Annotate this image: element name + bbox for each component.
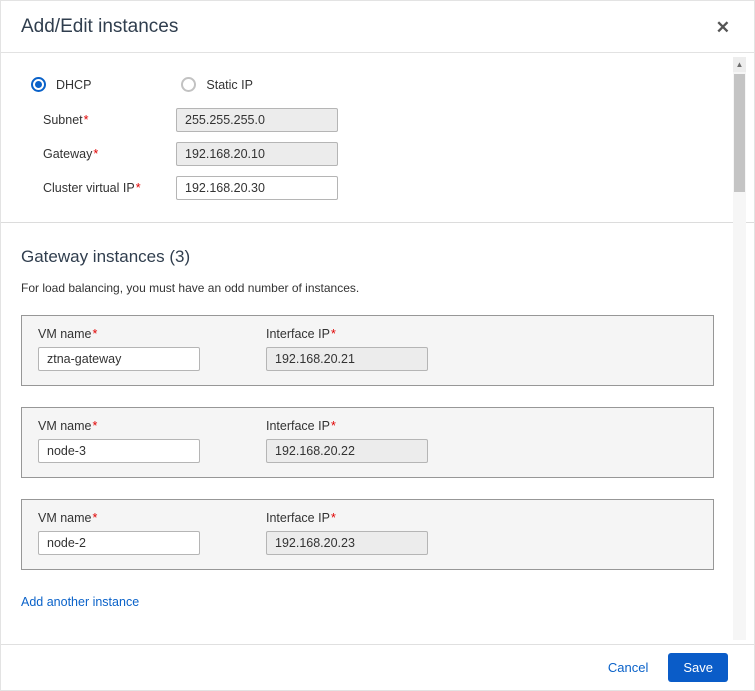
required-marker: * bbox=[93, 147, 98, 161]
required-marker: * bbox=[93, 327, 98, 341]
dialog-body: DHCP Static IP Subnet* Gateway* Cluster … bbox=[1, 53, 754, 644]
section-divider bbox=[1, 222, 754, 223]
instance-card: VM name* Interface IP* bbox=[21, 407, 714, 478]
close-icon[interactable]: ✕ bbox=[716, 19, 730, 36]
dialog-footer: Cancel Save bbox=[1, 644, 754, 690]
radio-dhcp-label: DHCP bbox=[56, 78, 91, 92]
vm-name-label: VM name* bbox=[38, 419, 266, 433]
vm-name-label: VM name* bbox=[38, 511, 266, 525]
interface-ip-input[interactable] bbox=[266, 439, 428, 463]
ip-mode-radio-group: DHCP Static IP bbox=[31, 77, 714, 92]
required-marker: * bbox=[84, 113, 89, 127]
required-marker: * bbox=[93, 511, 98, 525]
radio-selected-icon bbox=[31, 77, 46, 92]
gateway-instances-heading: Gateway instances (3) bbox=[21, 247, 714, 267]
cluster-virtual-ip-field-row: Cluster virtual IP* bbox=[43, 176, 714, 200]
scrollbar-thumb[interactable] bbox=[734, 74, 745, 192]
gateway-input[interactable] bbox=[176, 142, 338, 166]
gateway-field-row: Gateway* bbox=[43, 142, 714, 166]
vm-name-input[interactable] bbox=[38, 439, 200, 463]
required-marker: * bbox=[331, 419, 336, 433]
dialog-header: Add/Edit instances ✕ bbox=[1, 1, 754, 53]
cancel-button[interactable]: Cancel bbox=[608, 660, 648, 675]
cluster-virtual-ip-label: Cluster virtual IP* bbox=[43, 181, 176, 195]
subnet-label: Subnet* bbox=[43, 113, 176, 127]
vm-name-label: VM name* bbox=[38, 327, 266, 341]
load-balancing-note: For load balancing, you must have an odd… bbox=[21, 281, 714, 295]
required-marker: * bbox=[331, 327, 336, 341]
add-another-instance-link[interactable]: Add another instance bbox=[21, 595, 139, 609]
network-fields: Subnet* Gateway* Cluster virtual IP* bbox=[43, 108, 714, 200]
interface-ip-label: Interface IP* bbox=[266, 419, 428, 433]
radio-unselected-icon bbox=[181, 77, 196, 92]
interface-ip-input[interactable] bbox=[266, 531, 428, 555]
instance-card: VM name* Interface IP* bbox=[21, 499, 714, 570]
interface-ip-input[interactable] bbox=[266, 347, 428, 371]
radio-static-ip[interactable]: Static IP bbox=[181, 77, 253, 92]
cluster-virtual-ip-input[interactable] bbox=[176, 176, 338, 200]
scroll-up-icon[interactable]: ▲ bbox=[733, 57, 746, 72]
interface-ip-label: Interface IP* bbox=[266, 511, 428, 525]
gateway-label: Gateway* bbox=[43, 147, 176, 161]
instance-card: VM name* Interface IP* bbox=[21, 315, 714, 386]
vm-name-input[interactable] bbox=[38, 347, 200, 371]
add-edit-instances-dialog: Add/Edit instances ✕ DHCP Static IP Subn… bbox=[0, 0, 755, 691]
interface-ip-label: Interface IP* bbox=[266, 327, 428, 341]
required-marker: * bbox=[136, 181, 141, 195]
radio-dhcp[interactable]: DHCP bbox=[31, 77, 91, 92]
instance-cards: VM name* Interface IP* VM name* Interfac… bbox=[21, 315, 714, 570]
required-marker: * bbox=[93, 419, 98, 433]
required-marker: * bbox=[331, 511, 336, 525]
save-button[interactable]: Save bbox=[668, 653, 728, 682]
dialog-title: Add/Edit instances bbox=[21, 16, 178, 38]
radio-static-ip-label: Static IP bbox=[206, 78, 253, 92]
scrollbar-track[interactable]: ▲ bbox=[733, 57, 746, 640]
vm-name-input[interactable] bbox=[38, 531, 200, 555]
subnet-input[interactable] bbox=[176, 108, 338, 132]
subnet-field-row: Subnet* bbox=[43, 108, 714, 132]
